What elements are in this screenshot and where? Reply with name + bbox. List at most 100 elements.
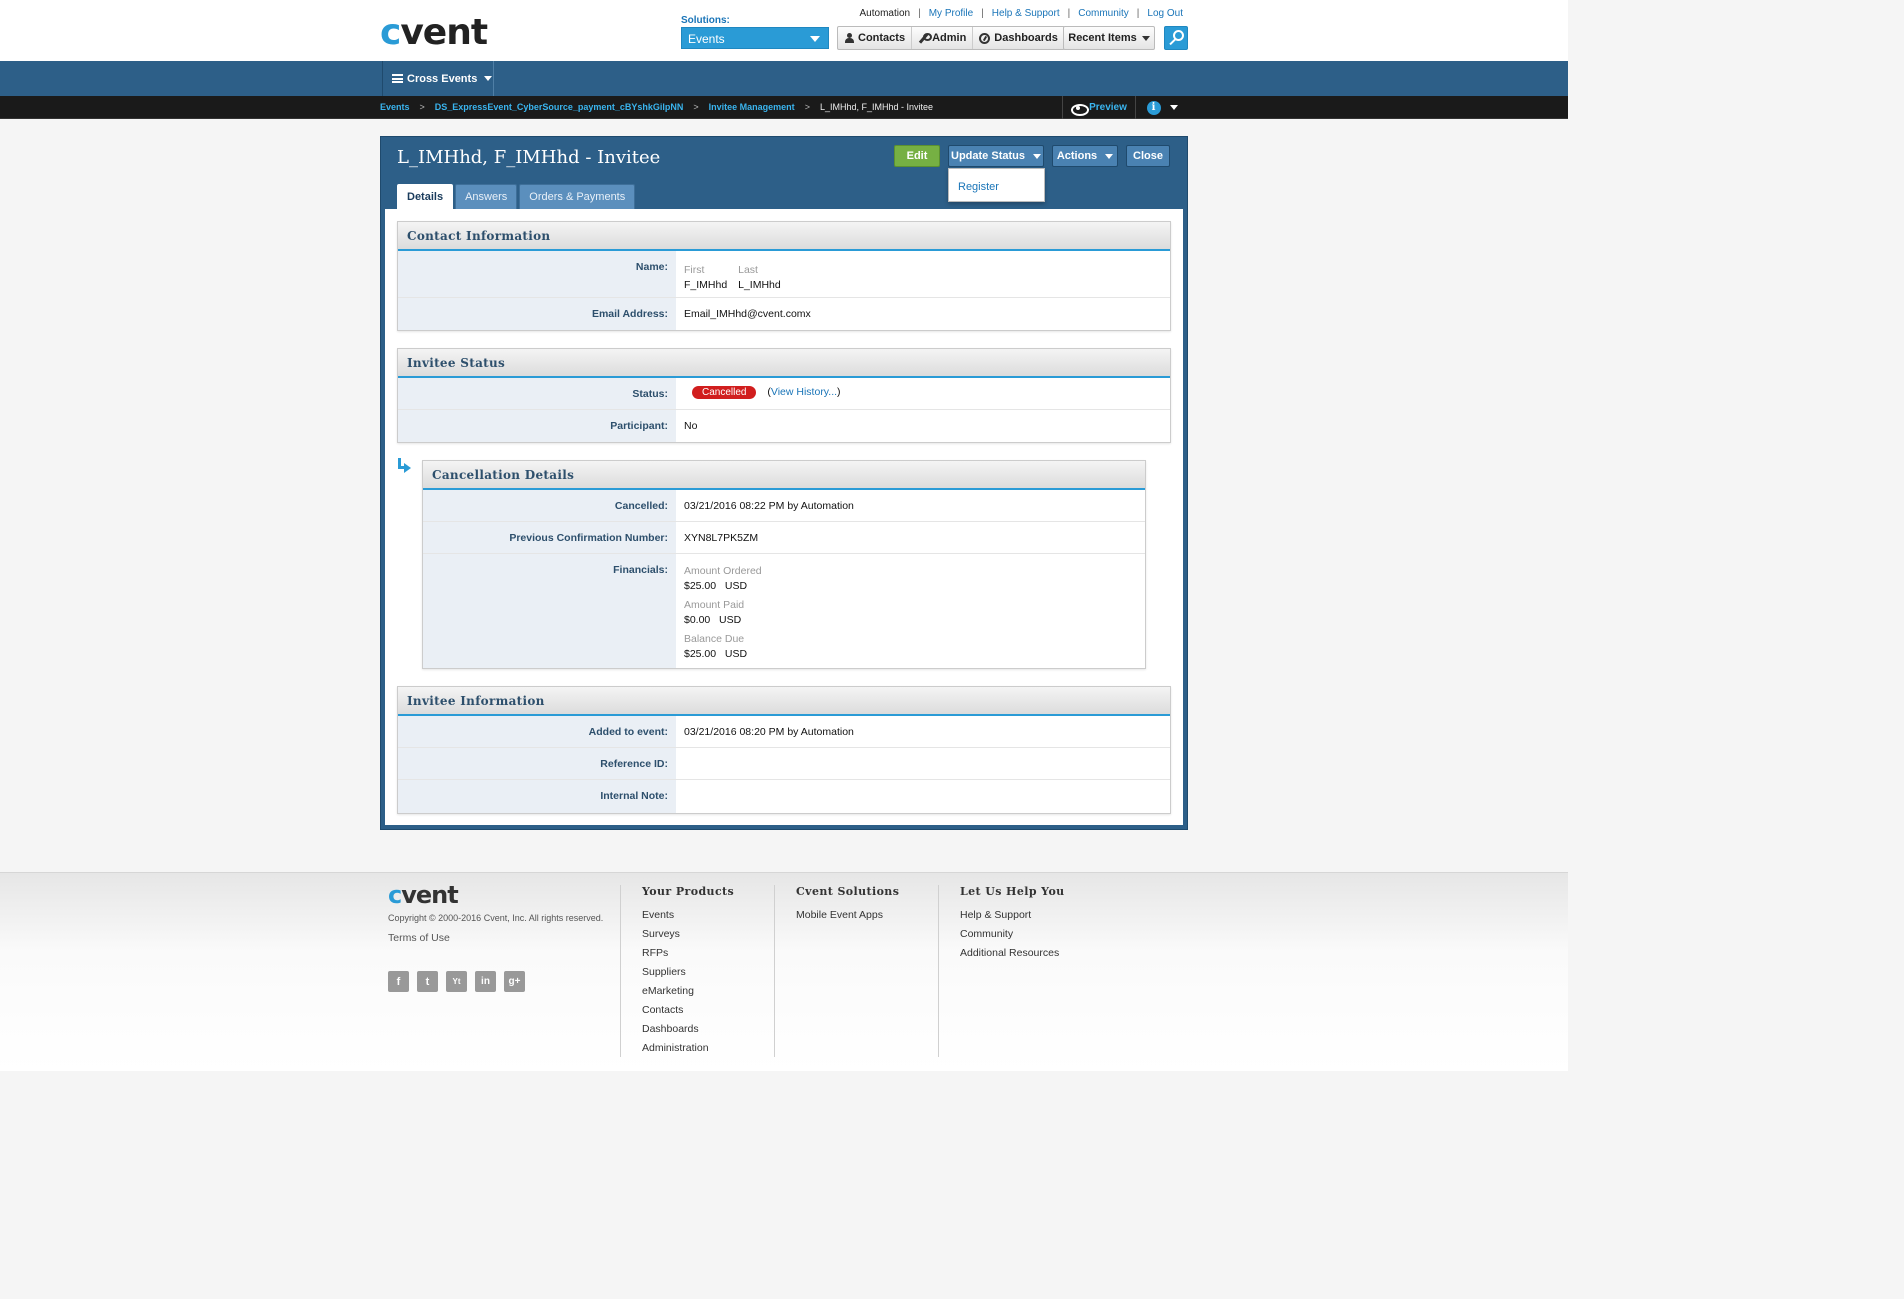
status-badge: Cancelled (692, 386, 757, 399)
wrench-icon (918, 32, 933, 44)
footer-link-suppliers[interactable]: Suppliers (642, 963, 734, 982)
last-name-value: L_IMHhd (738, 279, 781, 291)
close-button[interactable]: Close (1126, 145, 1170, 167)
footer: cvent Copyright © 2000-2016 Cvent, Inc. … (0, 872, 1568, 1071)
balance-due: Balance Due $25.00 USD (684, 632, 1137, 662)
solutions-select[interactable]: Events (681, 27, 829, 49)
tab-details[interactable]: Details (397, 184, 454, 209)
terms-of-use-link[interactable]: Terms of Use (388, 932, 450, 944)
chevron-down-icon (484, 76, 493, 81)
admin-button[interactable]: Admin (912, 27, 974, 49)
status-row: Status: Cancelled (View History...) (398, 378, 1170, 410)
breadcrumb-invitee-management[interactable]: Invitee Management (709, 102, 795, 112)
cvent-solutions-title: Cvent Solutions (796, 885, 900, 898)
logout-link[interactable]: Log Out (1147, 8, 1183, 19)
chevron-down-icon (1169, 105, 1178, 110)
my-profile-link[interactable]: My Profile (929, 8, 973, 19)
cross-events-menu[interactable]: Cross Events (382, 61, 494, 96)
amount-paid: Amount Paid $0.00 USD (684, 598, 1137, 628)
twitter-icon[interactable]: t (417, 971, 438, 992)
breadcrumb-events[interactable]: Events (380, 102, 410, 112)
prev-confirmation-row: Previous Confirmation Number: XYN8L7PK5Z… (423, 522, 1145, 554)
header-button-group: Contacts Admin Dashboards (837, 26, 1065, 50)
preview-button[interactable]: Preview (1062, 96, 1136, 119)
current-user: Automation (859, 8, 911, 19)
search-button[interactable] (1164, 26, 1188, 50)
update-status-label: Update Status (951, 150, 1025, 162)
view-history-link[interactable]: View History... (771, 386, 837, 398)
admin-label: Admin (932, 32, 967, 44)
recent-items-button[interactable]: Recent Items (1063, 26, 1155, 50)
footer-link-contacts[interactable]: Contacts (642, 1001, 734, 1020)
footer-link-community[interactable]: Community (960, 925, 1065, 944)
page-title: L_IMHhd, F_IMHhd - Invitee (397, 147, 661, 168)
utility-links: Automation | My Profile | Help & Support… (859, 8, 1183, 19)
help-title: Let Us Help You (960, 885, 1065, 898)
amount-ordered-label: Amount Ordered (684, 565, 762, 577)
actions-button[interactable]: Actions (1052, 145, 1118, 167)
cancelled-label: Cancelled: (423, 490, 676, 521)
participant-value: No (684, 420, 698, 432)
preview-label: Preview (1089, 102, 1127, 113)
email-value: Email_IMHhd@cvent.comx (684, 308, 811, 320)
facebook-icon[interactable]: f (388, 971, 409, 992)
cancellation-details-section: Cancellation Details Cancelled: 03/21/20… (422, 460, 1146, 669)
your-products-title: Your Products (642, 885, 735, 898)
balance-due-value: $25.00 (684, 648, 717, 660)
breadcrumb-current: L_IMHhd, F_IMHhd - Invitee (819, 102, 933, 112)
breadcrumb-event[interactable]: DS_ExpressEvent_CyberSource_payment_cBYs… (435, 102, 684, 112)
status-label: Status: (398, 378, 676, 409)
dashboards-button[interactable]: Dashboards (973, 27, 1064, 49)
social-links: f t Yt in g+ (388, 971, 525, 992)
section-title: Contact Information (398, 222, 1170, 251)
community-link[interactable]: Community (1078, 8, 1129, 19)
solutions-label: Solutions: (681, 15, 730, 26)
tab-answers[interactable]: Answers (455, 184, 518, 209)
chevron-down-icon (1032, 153, 1041, 159)
cvent-logo[interactable]: cvent (380, 12, 488, 53)
footer-link-events[interactable]: Events (642, 906, 734, 925)
email-row: Email Address: Email_IMHhd@cvent.comx (398, 298, 1170, 330)
footer-link-mobile-event-apps[interactable]: Mobile Event Apps (796, 906, 899, 925)
prev-confirmation-value: XYN8L7PK5ZM (684, 532, 759, 544)
footer-link-surveys[interactable]: Surveys (642, 925, 734, 944)
balance-due-label: Balance Due (684, 633, 745, 645)
youtube-icon[interactable]: Yt (446, 971, 467, 992)
footer-link-help-support[interactable]: Help & Support (960, 906, 1065, 925)
footer-cvent-logo: cvent (388, 881, 459, 909)
amount-paid-value: $0.00 (684, 614, 711, 626)
update-status-button[interactable]: Update Status (948, 145, 1044, 167)
info-icon: i (1146, 100, 1161, 115)
help-support-link[interactable]: Help & Support (992, 8, 1060, 19)
chevron-down-icon (1141, 35, 1150, 41)
added-row: Added to event: 03/21/2016 08:20 PM by A… (398, 716, 1170, 748)
contacts-button[interactable]: Contacts (838, 27, 913, 49)
financials-label: Financials: (423, 554, 676, 668)
footer-link-dashboards[interactable]: Dashboards (642, 1020, 734, 1039)
footer-link-additional-resources[interactable]: Additional Resources (960, 944, 1065, 963)
info-menu-button[interactable]: i (1137, 96, 1187, 119)
added-label: Added to event: (398, 716, 676, 747)
contact-information-section: Contact Information Name: First F_IMHhd … (397, 221, 1171, 331)
footer-link-administration[interactable]: Administration (642, 1039, 734, 1058)
cvent-solutions-column: Cvent Solutions Mobile Event Apps (796, 885, 899, 925)
recent-items-label: Recent Items (1068, 32, 1137, 44)
register-menu-item[interactable]: Register (958, 181, 999, 193)
invitee-information-section: Invitee Information Added to event: 03/2… (397, 686, 1171, 814)
main-nav-bar: Cross Events (0, 61, 1568, 96)
actions-label: Actions (1056, 150, 1098, 162)
footer-link-rfps[interactable]: RFPs (642, 944, 734, 963)
chevron-down-icon (1105, 153, 1114, 159)
google-plus-icon[interactable]: g+ (504, 971, 525, 992)
footer-link-emarketing[interactable]: eMarketing (642, 982, 734, 1001)
section-title: Invitee Status (398, 349, 1170, 378)
breadcrumb: Events > DS_ExpressEvent_CyberSource_pay… (380, 102, 933, 112)
amount-paid-label: Amount Paid (684, 599, 745, 611)
tab-orders-payments[interactable]: Orders & Payments (519, 184, 636, 209)
your-products-column: Your Products Events Surveys RFPs Suppli… (642, 885, 734, 1058)
amount-ordered-value: $25.00 (684, 580, 717, 592)
linkedin-icon[interactable]: in (475, 971, 496, 992)
edit-button[interactable]: Edit (894, 145, 940, 167)
participant-row: Participant: No (398, 410, 1170, 442)
prev-confirmation-label: Previous Confirmation Number: (423, 522, 676, 553)
